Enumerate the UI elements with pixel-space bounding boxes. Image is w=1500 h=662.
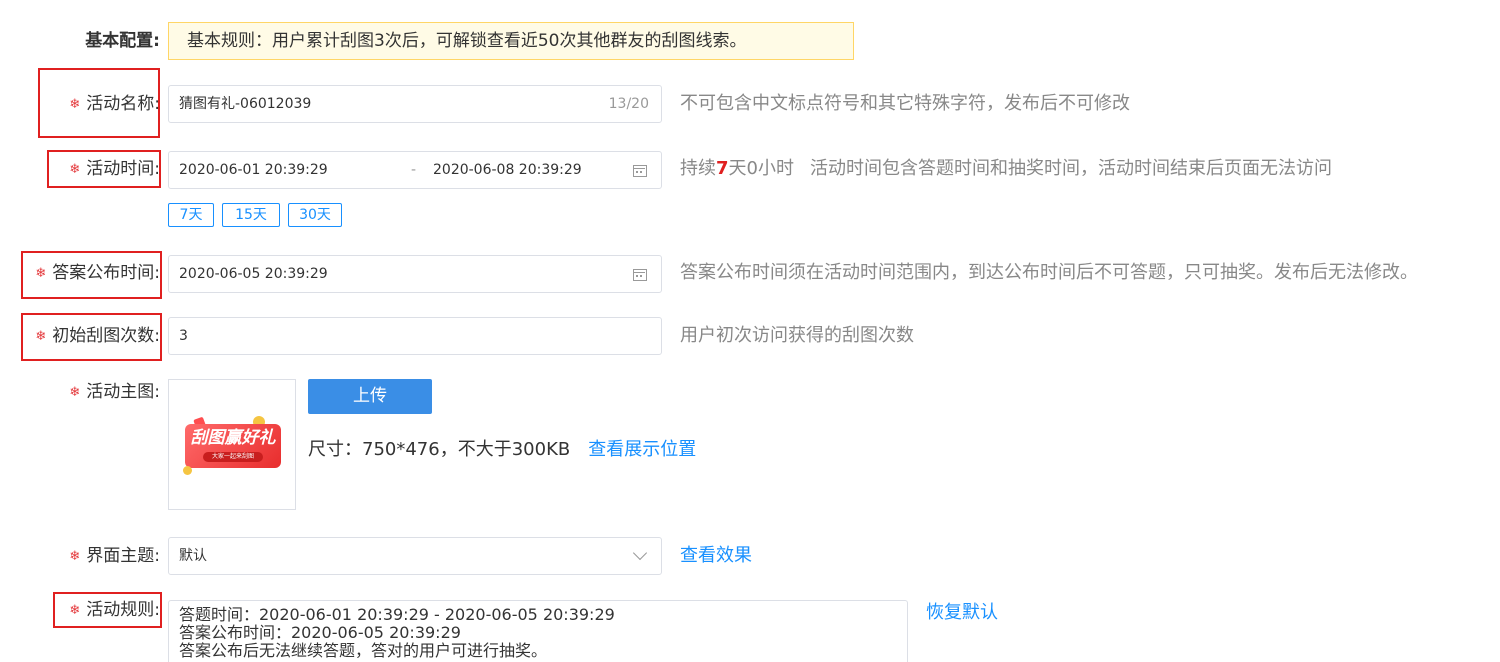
calendar-icon[interactable] <box>633 163 647 177</box>
theme-label: ❄ 界面主题: <box>69 546 160 566</box>
range-separator: - <box>411 162 417 178</box>
basic-config-label: 基本配置: <box>85 31 160 51</box>
activity-time-range-picker[interactable]: 2020-06-01 20:39:29 - 2020-06-08 20:39:2… <box>168 151 662 189</box>
quick-30-days-button[interactable]: 30天 <box>288 203 342 227</box>
required-icon: ❄ <box>69 385 81 400</box>
restore-default-link[interactable]: 恢复默认 <box>926 600 998 626</box>
scratch-count-hint: 用户初次访问获得的刮图次数 <box>680 325 914 346</box>
scratch-count-input[interactable]: 3 <box>168 317 662 355</box>
chevron-down-icon <box>632 545 648 561</box>
coin-icon <box>183 466 192 475</box>
answer-time-hint: 答案公布时间须在活动时间范围内，到达公布时间后不可答题，只可抽奖。发布后无法修改… <box>680 262 1418 283</box>
required-icon: ❄ <box>35 266 47 281</box>
quick-15-days-button[interactable]: 15天 <box>222 203 280 227</box>
rule-line: 答案公布时间：2020-06-05 20:39:29 <box>179 623 461 642</box>
scratch-count-label: ❄ 初始刮图次数: <box>35 326 160 346</box>
required-icon: ❄ <box>69 162 81 177</box>
required-icon: ❄ <box>69 603 81 618</box>
theme-select[interactable]: 默认 <box>168 537 662 575</box>
rules-textarea[interactable]: 答题时间：2020-06-01 20:39:29 - 2020-06-05 20… <box>168 600 908 662</box>
basic-rule-notice: 基本规则：用户累计刮图3次后，可解锁查看近50次其他群友的刮图线索。 <box>168 22 854 60</box>
rules-label: ❄ 活动规则: <box>69 600 160 620</box>
required-icon: ❄ <box>69 97 81 112</box>
activity-config-form: 基本配置: 基本规则：用户累计刮图3次后，可解锁查看近50次其他群友的刮图线索。… <box>0 0 1500 662</box>
start-time: 2020-06-01 20:39:29 <box>179 162 328 178</box>
activity-time-hint: 持续7天0小时 活动时间包含答题时间和抽奖时间，活动时间结束后页面无法访问 <box>680 158 1332 179</box>
rule-line: 答案公布后无法继续答题，答对的用户可进行抽奖。 <box>179 641 548 660</box>
view-position-link[interactable]: 查看展示位置 <box>588 439 696 460</box>
image-size-hint: 尺寸：750*476，不大于300KB 查看展示位置 <box>308 439 697 460</box>
upload-button[interactable]: 上传 <box>308 379 432 414</box>
activity-name-label: ❄ 活动名称: <box>69 94 160 114</box>
activity-time-label: ❄ 活动时间: <box>69 159 160 179</box>
rule-line: 答题时间：2020-06-01 20:39:29 - 2020-06-05 20… <box>179 605 615 624</box>
char-counter: 13/20 <box>608 96 649 112</box>
required-icon: ❄ <box>69 549 81 564</box>
main-image-preview[interactable]: 刮图赢好礼 大家一起来刮图 <box>168 379 296 510</box>
banner-image: 刮图赢好礼 大家一起来刮图 <box>185 424 281 468</box>
activity-name-input[interactable]: 猜图有礼-06012039 13/20 <box>168 85 662 123</box>
view-effect-link[interactable]: 查看效果 <box>680 543 752 569</box>
answer-time-picker[interactable]: 2020-06-05 20:39:29 <box>168 255 662 293</box>
required-icon: ❄ <box>35 329 47 344</box>
answer-time-label: ❄ 答案公布时间: <box>35 263 160 283</box>
activity-name-hint: 不可包含中文标点符号和其它特殊字符，发布后不可修改 <box>680 93 1130 114</box>
main-image-label: ❄ 活动主图: <box>69 382 160 402</box>
quick-7-days-button[interactable]: 7天 <box>168 203 214 227</box>
end-time: 2020-06-08 20:39:29 <box>433 162 582 178</box>
calendar-icon[interactable] <box>633 267 647 281</box>
